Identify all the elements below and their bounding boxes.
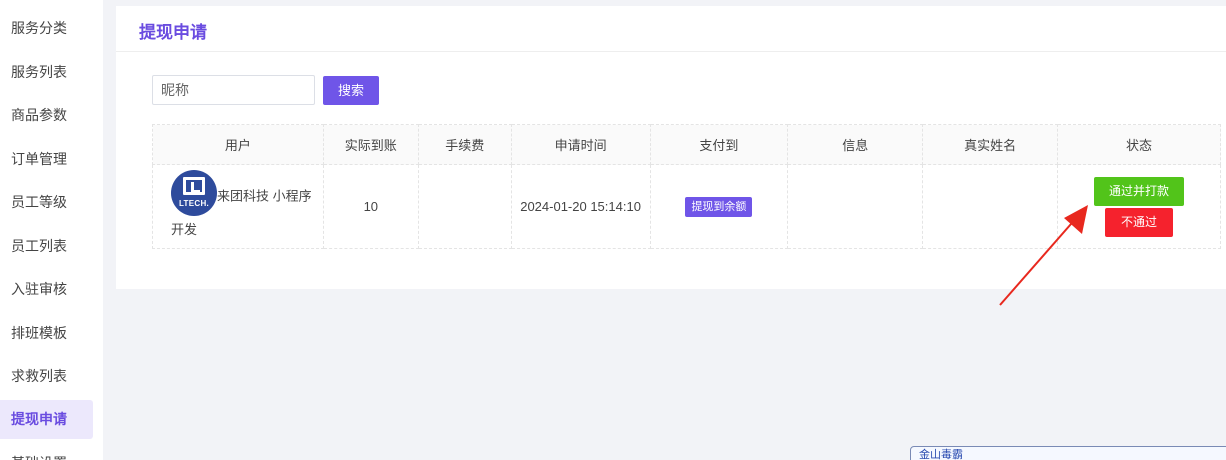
fee-cell <box>417 164 512 249</box>
column-header-pay-to: 支付到 <box>649 124 789 165</box>
sidebar-item-order-management[interactable]: 订单管理 <box>0 140 93 179</box>
amount-cell: 10 <box>322 164 419 249</box>
sidebar-item-withdraw-request[interactable]: 提现申请 <box>0 400 93 439</box>
sidebar-item-staff-level[interactable]: 员工等级 <box>0 183 93 222</box>
reject-button[interactable]: 不通过 <box>1105 207 1174 237</box>
widget-label: 金山毒霸 <box>919 449 963 460</box>
sidebar-item-basic-settings[interactable]: 基础设置 <box>0 444 93 460</box>
column-header-info: 信息 <box>787 124 924 165</box>
approve-and-pay-button[interactable]: 通过并打款 <box>1094 176 1185 206</box>
sidebar-item-rescue-list[interactable]: 求救列表 <box>0 357 93 396</box>
sidebar-item-service-list[interactable]: 服务列表 <box>0 53 93 92</box>
nickname-search-input[interactable] <box>152 75 315 105</box>
annotation-arrow-icon <box>999 205 1088 306</box>
info-cell <box>787 164 924 249</box>
antivirus-widget[interactable]: 金山毒霸 <box>910 446 1226 460</box>
sidebar-item-product-params[interactable]: 商品参数 <box>0 96 93 135</box>
sidebar-item-entry-review[interactable]: 入驻审核 <box>0 270 93 309</box>
column-header-user: 用户 <box>152 124 324 165</box>
page-title: 提现申请 <box>139 23 207 42</box>
avatar: LTECH. <box>171 169 217 216</box>
table-header-row: 用户 实际到账 手续费 申请时间 支付到 信息 真实姓名 状态 <box>152 124 1221 165</box>
avatar-logo-text: LTECH. <box>178 198 210 208</box>
ltech-logo-icon <box>183 176 205 195</box>
title-divider <box>116 51 1226 52</box>
sidebar-item-schedule-template[interactable]: 排班模板 <box>0 314 93 353</box>
column-header-fee: 手续费 <box>417 124 512 165</box>
pay-to-cell: 提现到余额 <box>649 164 789 249</box>
user-cell: LTECH. 来团科技 小程序开发 <box>152 164 324 249</box>
pay-to-badge: 提现到余额 <box>685 196 753 217</box>
search-button[interactable]: 搜索 <box>323 76 379 105</box>
column-header-apply-time: 申请时间 <box>510 124 651 165</box>
apply-time-cell: 2024-01-20 15:14:10 <box>510 164 651 249</box>
sidebar-item-service-category[interactable]: 服务分类 <box>0 9 93 48</box>
column-header-amount: 实际到账 <box>322 124 419 165</box>
sidebar-item-staff-list[interactable]: 员工列表 <box>0 227 93 266</box>
column-header-status: 状态 <box>1057 124 1221 165</box>
column-header-real-name: 真实姓名 <box>922 124 1059 165</box>
sidebar: 服务分类 服务列表 商品参数 订单管理 员工等级 员工列表 入驻审核 排班模板 … <box>0 0 103 460</box>
